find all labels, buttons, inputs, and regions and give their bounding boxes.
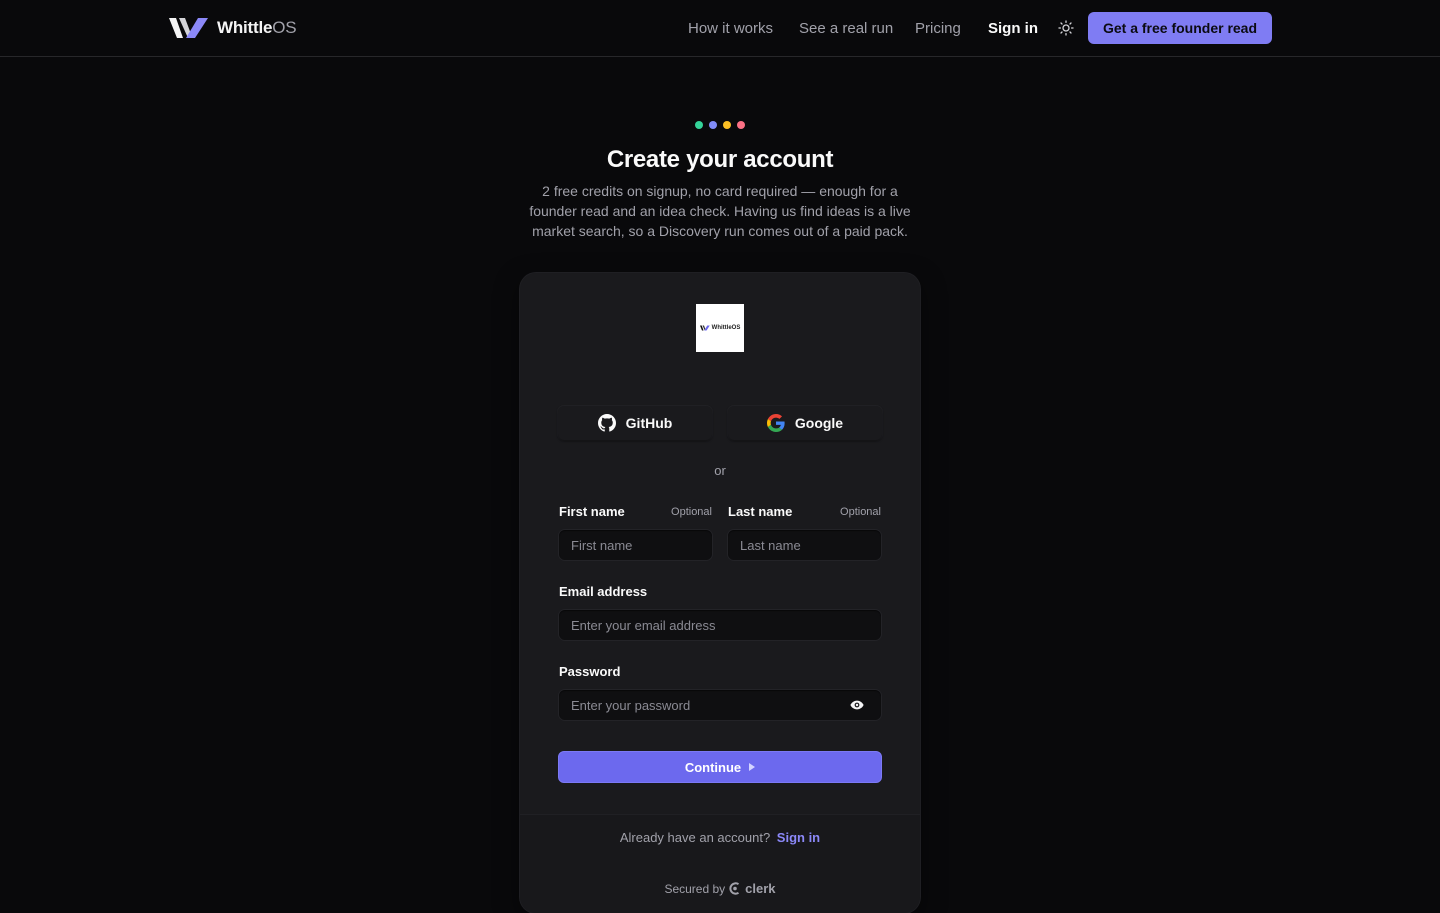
brand-logo-link[interactable]: WhittleOS: [169, 16, 297, 40]
dot-green: [695, 121, 703, 129]
nav-how-it-works[interactable]: How it works: [688, 0, 773, 56]
get-founder-read-button[interactable]: Get a free founder read: [1088, 12, 1272, 44]
sign-in-prompt: Already have an account? Sign in: [520, 830, 920, 845]
card-footer: [520, 814, 920, 913]
whittle-logo-icon: [699, 325, 710, 331]
dot-indigo: [709, 121, 717, 129]
color-dots: [695, 121, 745, 129]
clerk-logo-icon: [729, 882, 740, 895]
email-field[interactable]: [559, 610, 881, 640]
last-name-field[interactable]: [728, 530, 881, 560]
continue-button[interactable]: Continue: [558, 751, 882, 783]
nav-pricing[interactable]: Pricing: [915, 0, 961, 56]
first-name-label: First name: [559, 504, 625, 519]
caret-right-icon: [749, 763, 756, 771]
secured-by-text: Secured by: [664, 881, 726, 896]
email-label: Email address: [559, 584, 648, 599]
dot-rose: [737, 121, 745, 129]
nav-link-pricing[interactable]: Pricing: [915, 20, 961, 37]
sun-icon: [1058, 20, 1074, 36]
google-signin-button[interactable]: Google: [728, 406, 882, 440]
brand-name: WhittleOS: [217, 18, 297, 37]
google-icon: [766, 414, 785, 432]
eye-icon: [850, 700, 864, 710]
card-logo: WhittleOS: [696, 304, 744, 352]
have-account-text: Already have an account?: [619, 830, 771, 845]
card-logo-text: WhittleOS: [711, 325, 741, 331]
continue-label: Continue: [684, 759, 742, 775]
nav-link-sign-in[interactable]: Sign in: [988, 20, 1038, 37]
dot-amber: [723, 121, 731, 129]
clerk-brand-text: clerk: [745, 881, 776, 896]
signup-card: WhittleOS GitHub Google or First name Op…: [520, 273, 920, 913]
or-divider: or: [714, 463, 726, 478]
theme-toggle-button[interactable]: [1055, 17, 1077, 39]
top-navigation: WhittleOS How it works See a real run Pr…: [0, 0, 1440, 57]
page-title: Create your account: [606, 146, 834, 173]
sign-in-link[interactable]: Sign in: [777, 830, 820, 845]
nav-see-a-real-run[interactable]: See a real run: [799, 0, 893, 56]
github-signin-button[interactable]: GitHub: [558, 406, 712, 440]
page-subtitle: 2 free credits on signup, no card requir…: [529, 183, 911, 239]
nav-sign-in[interactable]: Sign in: [988, 0, 1038, 56]
whittle-logo-icon: [169, 18, 208, 38]
github-icon: [597, 414, 616, 432]
last-name-label: Last name: [728, 504, 793, 519]
first-name-optional: Optional: [671, 506, 712, 518]
last-name-optional: Optional: [840, 506, 881, 518]
secured-by-clerk: Secured by clerk: [520, 881, 920, 896]
google-label: Google: [794, 415, 844, 431]
password-field[interactable]: [559, 690, 881, 720]
nav-link-how-it-works[interactable]: How it works: [688, 20, 773, 37]
password-label: Password: [559, 664, 621, 679]
show-password-button[interactable]: [846, 696, 868, 714]
first-name-field[interactable]: [559, 530, 712, 560]
nav-link-see-a-real-run[interactable]: See a real run: [799, 20, 893, 37]
github-label: GitHub: [625, 415, 673, 431]
